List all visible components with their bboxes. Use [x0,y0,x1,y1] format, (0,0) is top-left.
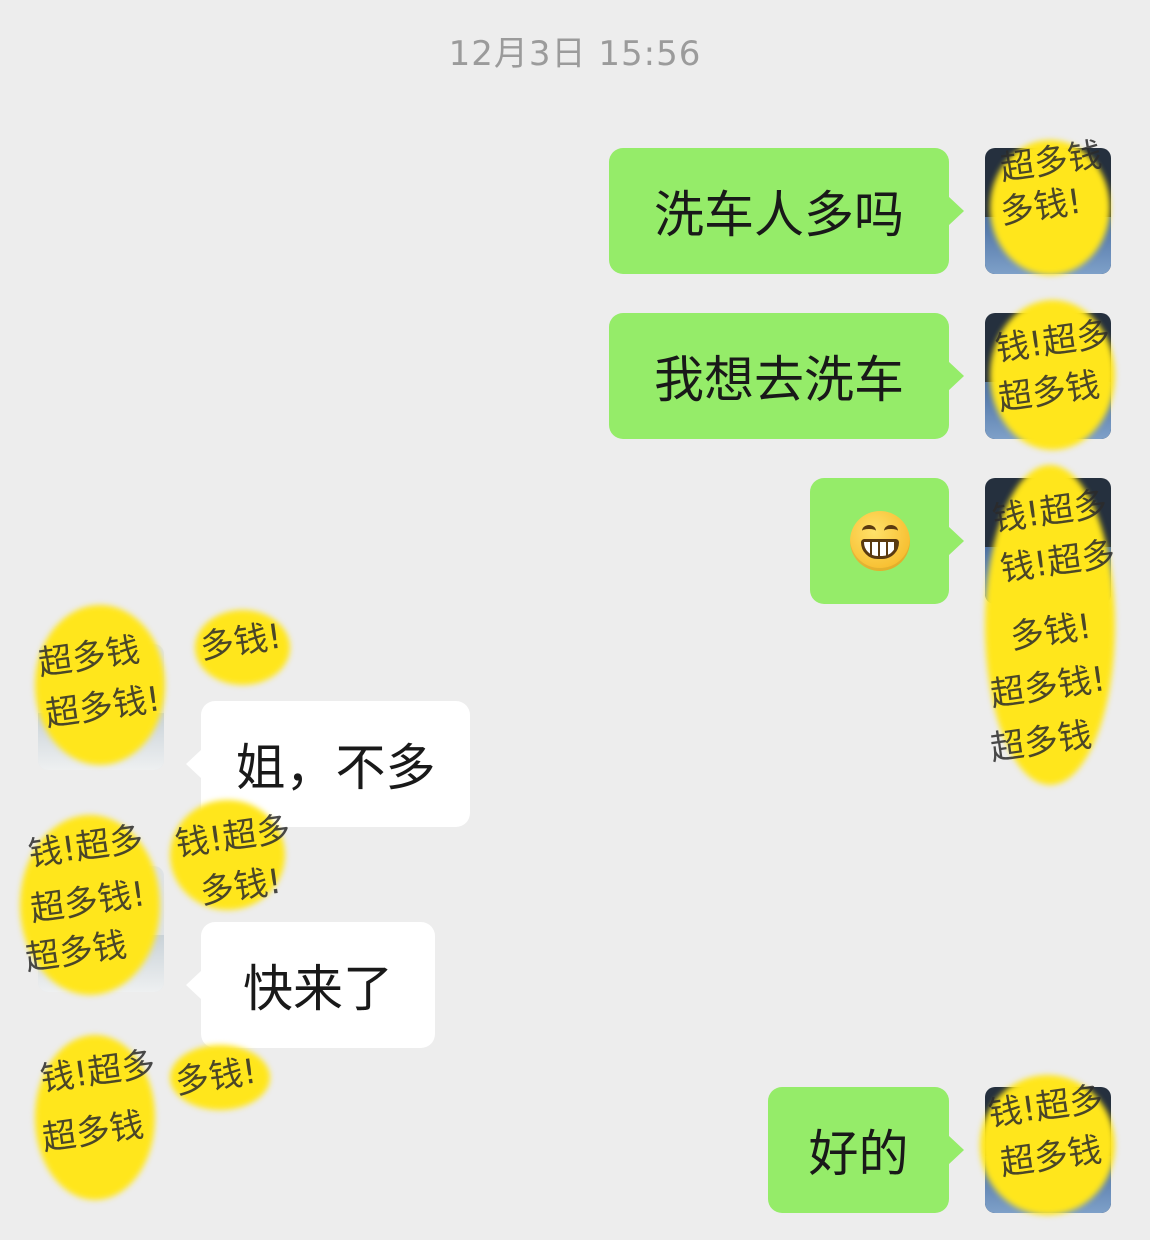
message-text: 好的 [808,1125,909,1183]
message-bubble-outgoing[interactable]: 洗车人多吗 [609,148,964,274]
message-text: 快来了 [243,960,393,1018]
message-bubble-outgoing[interactable] [810,478,964,604]
message-bubble-outgoing[interactable]: 好的 [768,1087,964,1213]
chat-timestamp: 12月3日 15:56 [448,34,702,74]
message-text: 姐，不多 [235,739,436,797]
message-text: 洗车人多吗 [654,186,904,244]
grinning-face-emoji [849,511,910,571]
message-bubble-incoming[interactable]: 快来了 [186,922,435,1048]
message-bubble-outgoing[interactable]: 我想去洗车 [609,313,964,439]
message-text: 我想去洗车 [654,351,904,409]
